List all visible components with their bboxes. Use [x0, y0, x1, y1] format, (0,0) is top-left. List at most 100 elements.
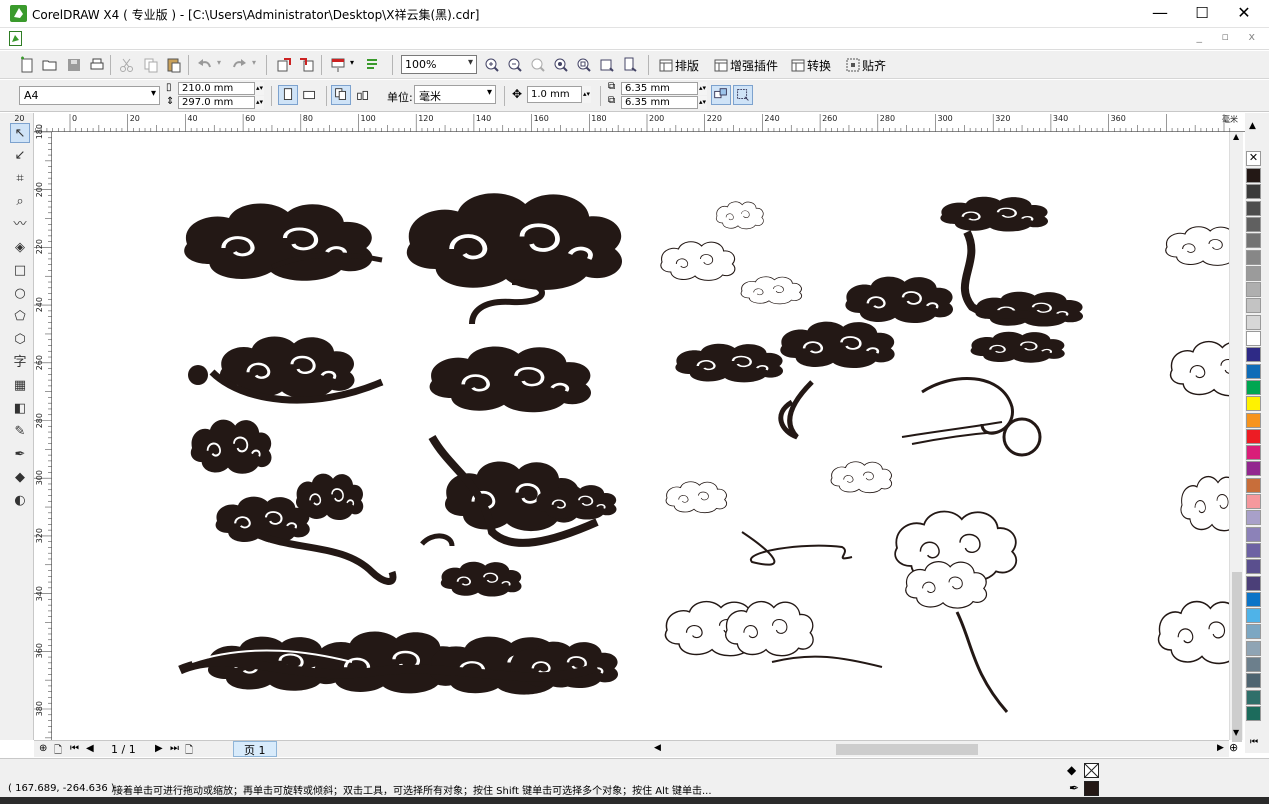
save-icon[interactable]	[64, 55, 84, 75]
spinner-arrows-icon[interactable]: ▴▾	[697, 96, 707, 109]
page-width-field[interactable]: 210.0 mm ▴▾	[178, 82, 264, 95]
open-folder-icon[interactable]	[40, 55, 60, 75]
color-swatch[interactable]	[1246, 233, 1261, 249]
cut-icon[interactable]	[117, 55, 137, 75]
color-swatch[interactable]	[1246, 168, 1261, 183]
color-swatch[interactable]	[1246, 689, 1261, 705]
mdi-window-controls[interactable]: _ ▫ x	[1197, 30, 1263, 43]
color-swatch[interactable]	[1246, 428, 1261, 444]
document-icon[interactable]	[9, 31, 22, 46]
scroll-down-icon[interactable]: ▼	[1233, 728, 1239, 737]
application-launcher-icon[interactable]	[328, 55, 348, 75]
color-swatch[interactable]	[1246, 575, 1261, 591]
zoom-corner-icon[interactable]: ⊕	[1229, 741, 1238, 754]
drawing-canvas[interactable]	[52, 132, 1229, 740]
scroll-up-icon[interactable]: ▲	[1233, 132, 1239, 141]
zoom-page-height-icon[interactable]	[620, 55, 640, 75]
zoom-tool-icon[interactable]: ⌕	[10, 192, 30, 212]
maximize-button[interactable]: ☐	[1180, 0, 1224, 28]
crop-tool-icon[interactable]: ⌗	[10, 169, 30, 189]
close-button[interactable]: ✕	[1222, 0, 1266, 28]
color-swatch[interactable]	[1246, 347, 1261, 363]
new-document-icon[interactable]	[17, 55, 37, 75]
interactive-blend-icon[interactable]: ◧	[10, 399, 30, 419]
color-swatch[interactable]	[1246, 559, 1261, 575]
landscape-button[interactable]	[300, 85, 320, 105]
fill-tool-icon[interactable]: ◆	[10, 468, 30, 488]
welcome-screen-icon[interactable]	[362, 55, 382, 75]
rectangle-tool-icon[interactable]: □	[10, 261, 30, 281]
zoom-navigator-icon[interactable]: ⊕	[39, 743, 47, 754]
paper-size-select[interactable]: A4 ▾	[19, 86, 160, 105]
color-swatch[interactable]	[1246, 673, 1261, 689]
smart-fill-icon[interactable]: ◈	[10, 238, 30, 258]
color-swatch[interactable]	[1246, 379, 1261, 395]
palette-scroll-up-icon[interactable]: ▲	[1249, 121, 1256, 131]
copy-icon[interactable]	[141, 55, 161, 75]
duplicate-distance-x-field[interactable]: 6.35 mm ▴▾	[621, 82, 707, 95]
zoom-page-icon[interactable]	[574, 55, 594, 75]
spinner-arrows-icon[interactable]: ▴▾	[254, 96, 264, 109]
eyedropper-icon[interactable]: ✎	[10, 422, 30, 442]
color-swatch[interactable]	[1246, 461, 1261, 477]
color-swatch[interactable]	[1246, 363, 1261, 379]
plugin-snap-label[interactable]: 贴齐	[862, 57, 886, 74]
color-swatch[interactable]	[1246, 282, 1261, 298]
page-tab[interactable]: 页 1	[233, 741, 277, 757]
spinner-arrows-icon[interactable]: ▴▾	[581, 86, 591, 103]
zoom-level-select[interactable]: 100% ▾	[401, 55, 477, 74]
next-page-icon[interactable]: ▶	[155, 743, 163, 754]
color-swatch[interactable]	[1246, 640, 1261, 656]
print-icon[interactable]	[87, 55, 107, 75]
treat-as-filled-button[interactable]	[711, 85, 731, 105]
plugin-layout-label[interactable]: 排版	[675, 57, 699, 74]
nudge-distance-field[interactable]: 1.0 mm ▴▾	[527, 86, 591, 103]
all-pages-button[interactable]	[331, 85, 351, 105]
first-page-icon[interactable]: ⏮	[70, 743, 79, 754]
zoom-page-width-icon[interactable]	[597, 55, 617, 75]
fill-color-indicator[interactable]	[1084, 763, 1099, 778]
scroll-left-icon[interactable]: ◀	[654, 743, 661, 753]
palette-scroll-end-icon[interactable]: ⏮	[1250, 737, 1258, 747]
no-color-swatch[interactable]: ✕	[1246, 151, 1261, 166]
color-swatch[interactable]	[1246, 657, 1261, 672]
import-icon[interactable]	[274, 55, 294, 75]
color-swatch[interactable]	[1246, 200, 1261, 216]
color-swatch[interactable]	[1246, 265, 1261, 281]
current-page-button[interactable]	[353, 85, 373, 105]
color-swatch[interactable]	[1246, 298, 1261, 314]
scroll-right-icon[interactable]: ▶	[1217, 743, 1224, 753]
page-height-field[interactable]: 297.0 mm ▴▾	[178, 96, 264, 109]
snap-to-objects-button[interactable]	[733, 85, 753, 105]
ellipse-tool-icon[interactable]: ○	[10, 284, 30, 304]
color-swatch[interactable]	[1246, 624, 1261, 640]
color-swatch[interactable]	[1246, 412, 1261, 428]
color-swatch[interactable]	[1246, 249, 1261, 265]
last-page-icon[interactable]: ⏭	[170, 743, 179, 754]
color-swatch[interactable]	[1246, 705, 1261, 721]
vertical-scrollbar[interactable]: ▲ ▼	[1229, 132, 1243, 742]
freehand-tool-icon[interactable]: 〰	[10, 215, 30, 235]
cloud-artwork[interactable]	[52, 132, 1229, 740]
color-swatch[interactable]	[1246, 314, 1261, 330]
convert-icon[interactable]	[788, 55, 808, 75]
outline-pen-icon[interactable]: ✒	[10, 445, 30, 465]
zoom-in-icon[interactable]	[482, 55, 502, 75]
text-tool-icon[interactable]: 字	[10, 353, 30, 373]
color-swatch[interactable]	[1246, 216, 1261, 232]
color-swatch[interactable]	[1246, 445, 1261, 461]
spinner-arrows-icon[interactable]: ▴▾	[254, 82, 264, 95]
undo-icon[interactable]	[195, 55, 215, 75]
outline-color-indicator[interactable]	[1084, 781, 1099, 796]
shape-tool-icon[interactable]: ↙	[10, 146, 30, 166]
duplicate-distance-y-field[interactable]: 6.35 mm ▴▾	[621, 96, 707, 109]
color-swatch[interactable]	[1246, 542, 1261, 558]
zoom-out-icon[interactable]	[505, 55, 525, 75]
color-swatch[interactable]	[1246, 331, 1261, 346]
redo-icon[interactable]	[229, 55, 249, 75]
scrollbar-thumb[interactable]	[1232, 572, 1242, 742]
color-swatch[interactable]	[1246, 591, 1261, 607]
portrait-button[interactable]	[278, 85, 298, 105]
minimize-button[interactable]: —	[1138, 0, 1182, 28]
vertical-ruler[interactable]: 180 200 220 240 260 280 300 320 340 360 380	[34, 124, 52, 740]
